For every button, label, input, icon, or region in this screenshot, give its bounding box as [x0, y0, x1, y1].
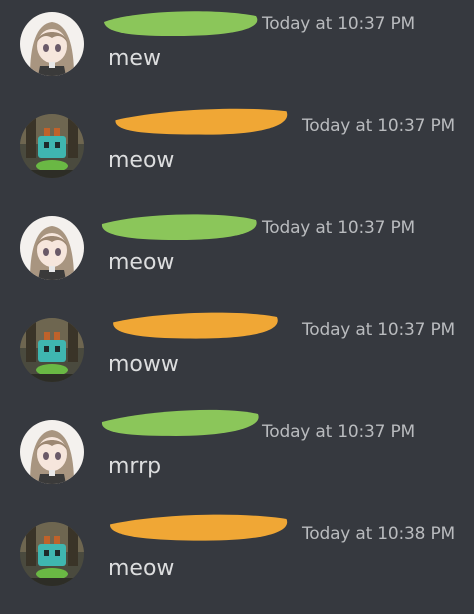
message-group: Today at 10:37 PM mrrp	[0, 409, 474, 512]
avatar[interactable]	[20, 318, 84, 382]
anime-girl-avatar-icon	[20, 216, 84, 280]
message-content: meow	[108, 556, 175, 581]
avatar[interactable]	[20, 12, 84, 76]
anime-girl-avatar-icon	[20, 420, 84, 484]
robot-avatar-icon	[20, 114, 84, 178]
message-timestamp[interactable]: Today at 10:37 PM	[262, 422, 415, 442]
message-content: moww	[108, 352, 179, 377]
robot-avatar-icon	[20, 522, 84, 586]
username-redaction	[113, 312, 278, 339]
message-group: Today at 10:38 PM meow	[0, 514, 474, 614]
message-group: Today at 10:37 PM moww	[0, 310, 474, 410]
robot-avatar-icon	[20, 318, 84, 382]
message-group: Today at 10:37 PM meow	[0, 208, 474, 308]
message-content: meow	[108, 148, 175, 173]
username-redaction	[101, 409, 259, 436]
message-timestamp[interactable]: Today at 10:37 PM	[302, 320, 455, 340]
message-group: Today at 10:37 PM mew	[0, 4, 474, 104]
avatar[interactable]	[20, 114, 84, 178]
message-content: mrrp	[108, 454, 162, 479]
message-group: Today at 10:37 PM meow	[0, 106, 474, 206]
message-timestamp[interactable]: Today at 10:37 PM	[262, 218, 415, 238]
message-timestamp[interactable]: Today at 10:38 PM	[302, 524, 455, 544]
username-redaction	[101, 214, 257, 240]
username-redaction	[104, 11, 258, 36]
avatar[interactable]	[20, 522, 84, 586]
avatar[interactable]	[20, 420, 84, 484]
message-timestamp[interactable]: Today at 10:37 PM	[262, 14, 415, 34]
message-content: mew	[108, 46, 161, 71]
chat-message-list: Today at 10:37 PM mew Today at 10:37 PM	[0, 0, 474, 588]
message-content: meow	[108, 250, 175, 275]
message-timestamp[interactable]: Today at 10:37 PM	[302, 116, 455, 136]
username-redaction	[110, 514, 288, 541]
avatar[interactable]	[20, 216, 84, 280]
username-redaction	[115, 108, 288, 135]
anime-girl-avatar-icon	[20, 12, 84, 76]
